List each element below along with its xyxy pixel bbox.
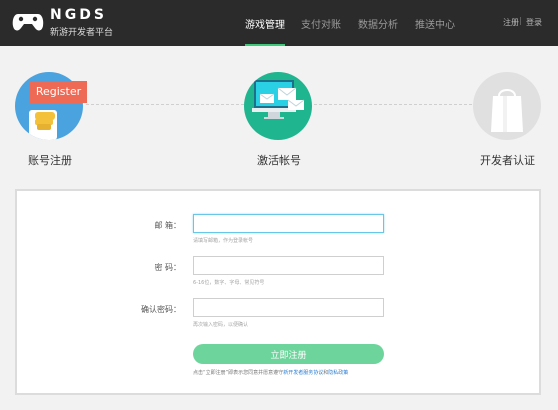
login-link[interactable]: 登录 — [526, 17, 542, 28]
confirm-password-hint: 再次输入密码，以便确认 — [193, 322, 249, 328]
nav-separator: | — [519, 16, 522, 25]
register-submit-button[interactable]: 立即注册 — [193, 344, 384, 364]
password-label: 密 码： — [154, 263, 181, 272]
nav-payment-reconciliation[interactable]: 支付对账 — [301, 16, 341, 31]
register-link[interactable]: 注册 — [503, 17, 519, 28]
shopping-bag-icon — [491, 89, 523, 132]
register-badge: Register — [30, 81, 87, 103]
step-connector — [314, 104, 472, 105]
step-connector — [86, 104, 244, 105]
email-label: 邮 箱： — [154, 221, 181, 230]
privacy-policy-link[interactable]: 隐私政策 — [328, 370, 348, 376]
agreement-text: 点击“立即注册”即表示您同意并愿意遵守新开发者服务协议和隐私政策 — [193, 369, 348, 376]
step-label-activate: 激活帐号 — [257, 154, 301, 167]
step-label-register: 账号注册 — [28, 154, 72, 167]
password-hint: 6-16位，数字、字母、常见符号 — [193, 280, 265, 286]
email-hint: 请填写邮箱，作为登录帐号 — [193, 238, 254, 244]
step-activate-circle — [244, 72, 312, 140]
agreement-prefix: 点击“立即注册”即表示您同意并愿意遵守 — [193, 370, 284, 376]
nav-data-analysis[interactable]: 数据分析 — [358, 16, 398, 31]
logo-subtitle: 新游开发者平台 — [50, 28, 114, 38]
password-field[interactable] — [193, 256, 384, 275]
step-label-developer-certification: 开发者认证 — [480, 154, 535, 167]
step-certify-circle — [473, 72, 541, 140]
email-field[interactable] — [193, 214, 384, 233]
nav-push-center[interactable]: 推送中心 — [415, 16, 455, 31]
confirm-password-field[interactable] — [193, 298, 384, 317]
confirm-password-label: 确认密码： — [141, 305, 181, 314]
nav-game-management[interactable]: 游戏管理 — [245, 16, 285, 46]
register-form-panel: 邮 箱： 请填写邮箱，作为登录帐号 密 码： 6-16位，数字、字母、常见符号 … — [15, 189, 541, 395]
developer-agreement-link[interactable]: 新开发者服务协议 — [283, 370, 323, 376]
top-header: NGDS 新游开发者平台 游戏管理 支付对账 数据分析 推送中心 注册 | 登录 — [0, 0, 558, 46]
monitor-mail-icon — [252, 80, 305, 119]
gamepad-logo-icon[interactable] — [12, 8, 44, 34]
logo-title[interactable]: NGDS — [50, 7, 107, 23]
